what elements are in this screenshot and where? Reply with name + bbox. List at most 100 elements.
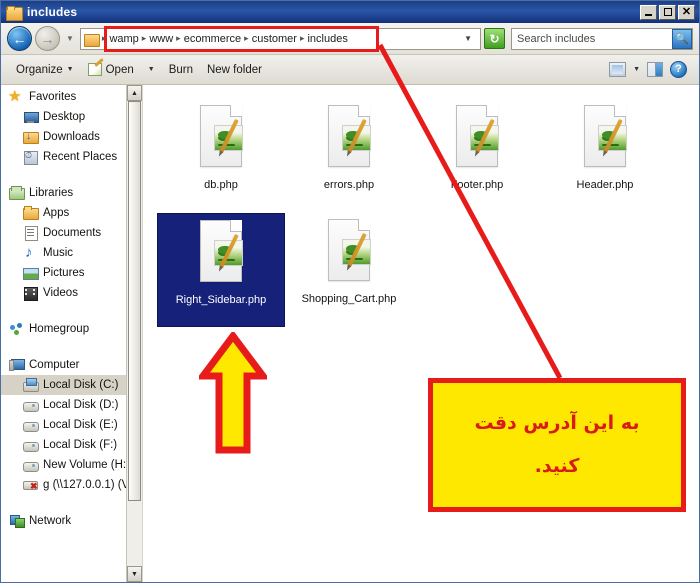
breadcrumb-item-ecommerce[interactable]: ecommerce — [182, 33, 243, 45]
new-folder-button[interactable]: New folder — [200, 59, 269, 81]
sidebar-label: Local Disk (D:) — [43, 399, 119, 411]
desktop-icon — [23, 110, 39, 124]
back-button[interactable]: ← — [7, 26, 32, 51]
file-item-selected[interactable]: Right_Sidebar.php — [157, 213, 285, 327]
scrollbar-thumb[interactable] — [128, 101, 141, 501]
php-file-icon — [450, 105, 504, 173]
open-button[interactable]: Open — [81, 59, 141, 81]
minimize-button[interactable] — [640, 4, 657, 20]
breadcrumb-item-includes[interactable]: includes — [305, 33, 349, 45]
sidebar-label: Music — [43, 247, 74, 259]
scrollbar-track[interactable] — [127, 101, 142, 566]
scroll-down-button[interactable]: ▼ — [127, 566, 142, 582]
search-box[interactable]: Search includes 🔍 — [511, 27, 693, 50]
sidebar-item-downloads[interactable]: Downloads — [1, 127, 142, 147]
recent-places-icon — [23, 150, 38, 165]
back-arrow-icon: ← — [12, 30, 27, 47]
sidebar-item-local-disk-f[interactable]: Local Disk (F:) — [1, 435, 142, 455]
computer-icon — [9, 358, 25, 372]
file-list[interactable]: db.php errors.php Footer.php Header.php — [143, 85, 699, 582]
sidebar-item-network[interactable]: Network — [1, 511, 142, 531]
refresh-button[interactable]: ↻ — [484, 28, 505, 49]
preview-pane-icon[interactable] — [647, 62, 663, 77]
chevron-down-icon[interactable]: ▼ — [633, 66, 640, 73]
breadcrumb: ▸ wamp ▸ www ▸ ecommerce ▸ customer ▸ in… — [101, 32, 349, 45]
sidebar-group-libraries: Libraries Apps Documents Music Pictures — [1, 181, 142, 303]
sidebar-item-local-disk-c[interactable]: Local Disk (C:) — [1, 375, 142, 395]
search-input[interactable]: Search includes — [517, 33, 672, 45]
sidebar-label: Videos — [43, 287, 78, 299]
sidebar-label: Favorites — [29, 91, 77, 103]
downloads-icon — [23, 130, 39, 144]
sidebar-item-recent-places[interactable]: Recent Places — [1, 147, 142, 167]
open-dropdown-button[interactable]: ▼ — [141, 59, 162, 81]
navigation-pane: Favorites Desktop Downloads Recent Place… — [1, 85, 143, 582]
breadcrumb-item-customer[interactable]: customer — [250, 33, 299, 45]
sidebar-item-desktop[interactable]: Desktop — [1, 107, 142, 127]
music-icon — [23, 244, 38, 261]
forward-arrow-icon: → — [40, 30, 55, 47]
sidebar-group-computer: Computer Local Disk (C:) Local Disk (D:)… — [1, 353, 142, 495]
sidebar-item-local-disk-d[interactable]: Local Disk (D:) — [1, 395, 142, 415]
sidebar-item-favorites[interactable]: Favorites — [1, 87, 142, 107]
chevron-down-icon: ▼ — [147, 66, 155, 73]
php-file-icon — [322, 105, 376, 173]
maximize-button[interactable] — [659, 4, 676, 20]
sidebar-item-apps[interactable]: Apps — [1, 203, 142, 223]
sidebar-label: g (\\127.0.0.1) (V: — [43, 479, 133, 491]
sidebar-scrollbar[interactable]: ▲ ▼ — [126, 85, 142, 582]
chevron-down-icon: ▼ — [66, 66, 74, 73]
system-drive-icon — [23, 378, 39, 392]
php-file-icon — [578, 105, 632, 173]
forward-button[interactable]: → — [35, 26, 60, 51]
history-dropdown-icon[interactable]: ▼ — [63, 34, 77, 43]
folder-icon — [23, 206, 39, 220]
drive-icon — [23, 458, 39, 472]
open-icon — [87, 63, 102, 76]
pictures-icon — [23, 266, 39, 280]
help-icon[interactable]: ? — [670, 61, 687, 78]
documents-icon — [23, 226, 38, 241]
burn-button[interactable]: Burn — [162, 59, 200, 81]
sidebar-group-homegroup: Homegroup — [1, 317, 142, 339]
file-item[interactable]: db.php — [157, 99, 285, 213]
scroll-up-button[interactable]: ▲ — [127, 85, 142, 101]
sidebar-label: Local Disk (C:) — [43, 379, 119, 391]
search-icon[interactable]: 🔍 — [672, 28, 692, 49]
breadcrumb-item-www[interactable]: www — [147, 33, 175, 45]
sidebar-item-local-disk-e[interactable]: Local Disk (E:) — [1, 415, 142, 435]
sidebar-group-network: Network — [1, 509, 142, 531]
sidebar-label: Documents — [43, 227, 102, 239]
window-body: Favorites Desktop Downloads Recent Place… — [1, 85, 699, 582]
sidebar-item-pictures[interactable]: Pictures — [1, 263, 142, 283]
sidebar-label: Local Disk (E:) — [43, 419, 118, 431]
file-item[interactable]: Footer.php — [413, 99, 541, 213]
path-dropdown-icon[interactable]: ▼ — [460, 34, 478, 43]
videos-icon — [23, 286, 38, 301]
sidebar-item-videos[interactable]: Videos — [1, 283, 142, 303]
php-file-icon — [194, 220, 248, 288]
drive-icon — [23, 438, 39, 452]
sidebar-item-music[interactable]: Music — [1, 243, 142, 263]
close-button[interactable]: ✕ — [678, 4, 695, 20]
organize-button[interactable]: Organize ▼ — [9, 59, 81, 81]
file-item[interactable]: Shopping_Cart.php — [285, 213, 413, 327]
file-item[interactable]: errors.php — [285, 99, 413, 213]
sidebar-item-libraries[interactable]: Libraries — [1, 183, 142, 203]
path-field[interactable]: ▸ wamp ▸ www ▸ ecommerce ▸ customer ▸ in… — [79, 27, 481, 50]
file-name: Shopping_Cart.php — [301, 293, 397, 305]
sidebar-item-new-volume-h[interactable]: New Volume (H:) — [1, 455, 142, 475]
sidebar-label: Pictures — [43, 267, 85, 279]
breadcrumb-item-wamp[interactable]: wamp — [107, 33, 140, 45]
file-item[interactable]: Header.php — [541, 99, 669, 213]
explorer-window: includes ✕ ← → ▼ ▸ wamp ▸ www ▸ ecommerc… — [0, 0, 700, 583]
toolbar-right-group: ▼ ? — [609, 61, 691, 78]
sidebar-item-computer[interactable]: Computer — [1, 355, 142, 375]
drive-icon — [23, 418, 39, 432]
sidebar-item-documents[interactable]: Documents — [1, 223, 142, 243]
sidebar-item-homegroup[interactable]: Homegroup — [1, 319, 142, 339]
sidebar-item-network-drive-v[interactable]: g (\\127.0.0.1) (V: — [1, 475, 142, 495]
php-file-icon — [194, 105, 248, 173]
view-icon[interactable] — [609, 62, 627, 77]
sidebar-label: New Volume (H:) — [43, 459, 130, 471]
